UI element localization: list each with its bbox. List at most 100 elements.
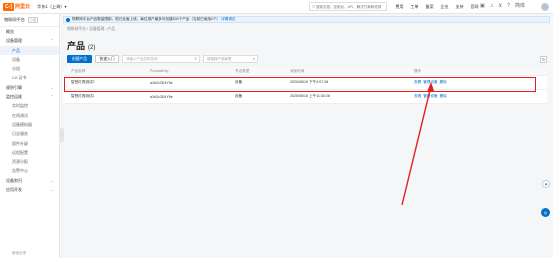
logo-mark: C-] bbox=[3, 2, 14, 11]
logo-text: 阿里云 bbox=[15, 4, 31, 10]
sidebar-item[interactable]: 实时监控 bbox=[0, 101, 59, 110]
notice-banner: 物联网平台产品数量限制，现已全面上线，每位用户最多可创建500个产品（当前已使用… bbox=[63, 16, 550, 23]
aliyun-logo[interactable]: C-] 阿里云 bbox=[3, 2, 32, 12]
sidebar-item-label: 告警中心 bbox=[12, 168, 28, 174]
top-icons: ▣ ♫ ⊻ ? 简体 bbox=[480, 2, 525, 11]
chat-assistant-icon[interactable]: ◎ bbox=[541, 208, 550, 217]
sidebar-item[interactable]: 监控运维 ⌃ bbox=[0, 92, 59, 101]
sidebar-item[interactable]: 远程配置 bbox=[0, 148, 59, 157]
table-header: 产品名称 ProductKey 节点类型 添加时间 操作 bbox=[63, 67, 547, 76]
product-tag-select[interactable]: 请选择产品标签 ▾ bbox=[203, 55, 258, 63]
sidebar-item[interactable]: 应用开发 ⌄ bbox=[0, 185, 59, 194]
language-label[interactable]: 简体 bbox=[515, 2, 525, 11]
sidebar-item-label: CA 证书 bbox=[12, 75, 27, 81]
main-content: 物联网平台 / 设备管理 / 产品 产品 (2) 创建产品 快速入门 请输入产品名… bbox=[63, 25, 550, 258]
sidebar-item-label: 日志服务 bbox=[12, 131, 28, 137]
breadcrumb: 物联网平台 / 设备管理 / 产品 bbox=[67, 27, 116, 31]
product-search-input[interactable]: 请输入产品名称查询 ⚲ bbox=[122, 55, 200, 63]
chevron-down-icon: ⌄ bbox=[50, 84, 54, 90]
sidebar-item[interactable]: 告警中心 bbox=[0, 166, 59, 175]
product-key: a1b2c3D4Y6e bbox=[150, 94, 173, 99]
sidebar-title-text: 物联网平台 bbox=[4, 17, 25, 22]
bell-icon[interactable]: ♫ bbox=[490, 2, 494, 11]
feedback-link[interactable]: 新版反馈 bbox=[12, 251, 26, 256]
sidebar-item[interactable]: 设备管理 ⌃ bbox=[0, 36, 59, 45]
table-body: 智慧灯具测试2 a1b2c3D4Y5e 设备 2020/08/15 下午4:07:28… bbox=[63, 76, 547, 104]
info-icon bbox=[66, 17, 70, 22]
notice-text: 物联网平台产品数量限制，现已全面上线，每位用户最多可创建500个产品（当前已使用… bbox=[72, 17, 221, 21]
view-link[interactable]: 查看 bbox=[414, 80, 421, 84]
service-widget-icon[interactable]: ◉ bbox=[542, 180, 550, 188]
sidebar-item[interactable]: 分组 bbox=[0, 64, 59, 73]
global-search[interactable]: ⚲ bbox=[309, 2, 387, 11]
sidebar-item-label: 分组 bbox=[12, 66, 20, 72]
manage-devices-link[interactable]: 管理设备 bbox=[423, 94, 437, 98]
sidebar-item[interactable]: 规则引擎 ⌄ bbox=[0, 83, 59, 92]
product-key: a1b2c3D4Y5e bbox=[150, 80, 173, 85]
sidebar-item-label: 设备模拟器 bbox=[12, 121, 32, 127]
sidebar-item[interactable]: 日志服务 bbox=[0, 129, 59, 138]
sidebar-menu: 概览设备管理 ⌃ 产品设备分组 CA 证书规则引擎 ⌄ 监控运维 ⌃ 实时监控在线调试设备模拟… bbox=[0, 27, 59, 194]
manage-devices-link[interactable]: 管理设备 bbox=[423, 80, 437, 84]
product-count: (2) bbox=[88, 45, 96, 51]
create-product-button[interactable]: 创建产品 bbox=[67, 55, 92, 63]
sidebar-item[interactable]: 设备模拟器 bbox=[0, 120, 59, 129]
global-search-input[interactable] bbox=[316, 4, 386, 9]
notice-link[interactable]: 详情请见 bbox=[221, 17, 235, 22]
table-row: 智慧灯具测试2 a1b2c3D4Y5e 设备 2020/08/15 下午4:07:28… bbox=[63, 76, 547, 90]
created-time: 2020/08/15 下午4:07:28 bbox=[290, 80, 329, 84]
sidebar-item-label: 在线调试 bbox=[12, 112, 28, 118]
row-actions: 查看 管理设备 删除 bbox=[414, 80, 547, 85]
node-type: 设备 bbox=[235, 94, 243, 98]
sidebar-item-label: 设备划归 bbox=[6, 177, 22, 183]
nav-link-enterprise[interactable]: 企业 bbox=[437, 3, 452, 11]
sidebar-item-label: 资源分配 bbox=[12, 159, 28, 165]
header-product-key: ProductKey bbox=[150, 69, 169, 73]
sidebar-item-label: 规则引擎 bbox=[6, 84, 22, 90]
chevron-down-icon: ⌄ bbox=[50, 177, 54, 183]
nav-link-icp[interactable]: 备案 bbox=[422, 3, 437, 11]
top-navigation-bar: C-] 阿里云 华东1（上海）▾ ⚲ 费用 工单 备案 企业 支持 官网 ▣ ♫… bbox=[0, 0, 553, 14]
sidebar-item[interactable]: 资源分配 bbox=[0, 157, 59, 166]
delete-link[interactable]: 删除 bbox=[440, 80, 447, 84]
region-selector[interactable]: 华东1（上海）▾ bbox=[37, 4, 67, 10]
nav-link-tickets[interactable]: 工单 bbox=[407, 3, 422, 11]
sidebar-item[interactable]: 产品 bbox=[0, 45, 59, 55]
sidebar-item-label: 监控运维 bbox=[6, 94, 22, 100]
view-link[interactable]: 查看 bbox=[414, 94, 421, 98]
delete-link[interactable]: 删除 bbox=[440, 94, 447, 98]
product-search-placeholder: 请输入产品名称查询 bbox=[126, 57, 158, 61]
chevron-down-icon: ▾ bbox=[253, 57, 255, 61]
sidebar-title: 物联网平台 公测 bbox=[0, 14, 59, 27]
sidebar-item-label: 产品 bbox=[12, 47, 20, 53]
refresh-button[interactable]: ↻ bbox=[540, 56, 547, 63]
quick-start-button[interactable]: 快速入门 bbox=[95, 55, 119, 63]
toolbar: 创建产品 快速入门 请输入产品名称查询 ⚲ 请选择产品标签 ▾ bbox=[67, 55, 258, 63]
sidebar-item[interactable]: 设备 bbox=[0, 55, 59, 64]
nav-link-support[interactable]: 支持 bbox=[452, 3, 467, 11]
help-icon[interactable]: ? bbox=[507, 2, 510, 11]
header-node-type[interactable]: 节点类型 bbox=[235, 69, 290, 74]
chevron-up-icon: ⌃ bbox=[50, 94, 54, 100]
sidebar-item-label: 概览 bbox=[6, 29, 14, 34]
sidebar-item[interactable]: 设备划归 ⌄ bbox=[0, 176, 59, 185]
refresh-icon: ↻ bbox=[541, 57, 546, 62]
sidebar-item[interactable]: 固件升级 bbox=[0, 139, 59, 148]
beta-tag: 公测 bbox=[27, 17, 38, 23]
nav-link-fees[interactable]: 费用 bbox=[392, 3, 407, 11]
sidebar-item-label: 远程配置 bbox=[12, 149, 28, 155]
search-icon[interactable]: ⚲ bbox=[194, 56, 197, 62]
header-product-name[interactable]: 产品名称 bbox=[63, 69, 150, 74]
sidebar-item-label: 固件升级 bbox=[12, 140, 28, 146]
product-tag-placeholder: 请选择产品标签 bbox=[207, 57, 232, 61]
terminal-icon[interactable]: ▣ bbox=[480, 2, 485, 11]
user-avatar[interactable] bbox=[541, 3, 549, 11]
sidebar-item[interactable]: CA 证书 bbox=[0, 73, 59, 82]
created-time: 2020/08/15 上午11:30:26 bbox=[290, 94, 330, 98]
sidebar-item[interactable]: 概览 bbox=[0, 27, 59, 36]
cart-icon[interactable]: ⊻ bbox=[498, 2, 502, 11]
sidebar-item[interactable]: 在线调试 bbox=[0, 111, 59, 120]
sidebar-item-label: 实时监控 bbox=[12, 103, 28, 109]
sidebar-item-label: 设备 bbox=[12, 56, 20, 62]
product-table: 产品名称 ProductKey 节点类型 添加时间 操作 智慧灯具测试2 a1b2… bbox=[63, 67, 547, 104]
